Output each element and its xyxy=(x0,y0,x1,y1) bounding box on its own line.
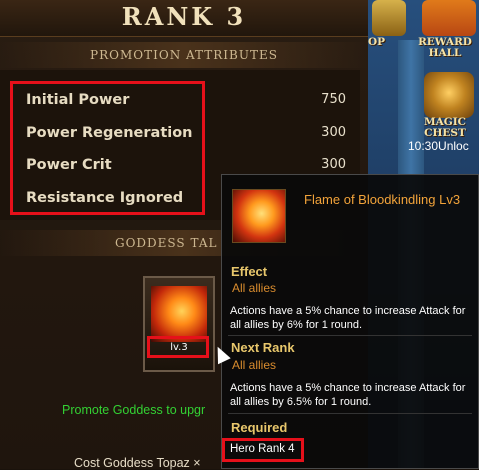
divider xyxy=(228,335,472,336)
promotion-attributes-heading: PROMOTION ATTRIBUTES xyxy=(0,42,368,68)
flame-phoenix-icon xyxy=(151,286,207,342)
required-highlight-box xyxy=(222,438,304,462)
required-heading: Required xyxy=(231,420,288,435)
magic-chest-label[interactable]: MAGIC CHEST xyxy=(412,117,478,139)
effect-description: Actions have a 5% chance to increase Att… xyxy=(230,305,466,331)
flame-phoenix-icon xyxy=(232,189,286,243)
effect-target: All allies xyxy=(232,281,277,295)
attribute-value: 750 xyxy=(321,92,346,107)
skill-tooltip: Flame of Bloodkindling Lv3 Effect All al… xyxy=(221,174,479,469)
promote-goddess-text: Promote Goddess to upgr xyxy=(62,403,206,417)
next-rank-target: All allies xyxy=(232,358,277,372)
rank-title: RANK 3 xyxy=(0,0,368,37)
next-rank-heading: Next Rank xyxy=(231,340,295,355)
chest-timer: 10:30Unloc xyxy=(408,139,469,153)
reward-hall-label[interactable]: REWARD HALL xyxy=(412,37,478,59)
event-icon[interactable] xyxy=(372,0,406,36)
cost-text: Cost Goddess Topaz × xyxy=(74,456,201,470)
effect-heading: Effect xyxy=(231,264,268,279)
divider xyxy=(228,413,472,414)
reward-hall-icon[interactable] xyxy=(422,0,476,36)
tooltip-title: Flame of Bloodkindling Lv3 xyxy=(304,192,461,207)
magic-chest-icon[interactable] xyxy=(424,72,474,118)
attribute-value: 300 xyxy=(321,125,346,140)
next-rank-description: Actions have a 5% chance to increase Att… xyxy=(230,382,466,408)
op-label: OP xyxy=(368,36,386,48)
skill-level-highlight-box xyxy=(147,336,209,358)
attributes-highlight-box xyxy=(10,81,205,215)
